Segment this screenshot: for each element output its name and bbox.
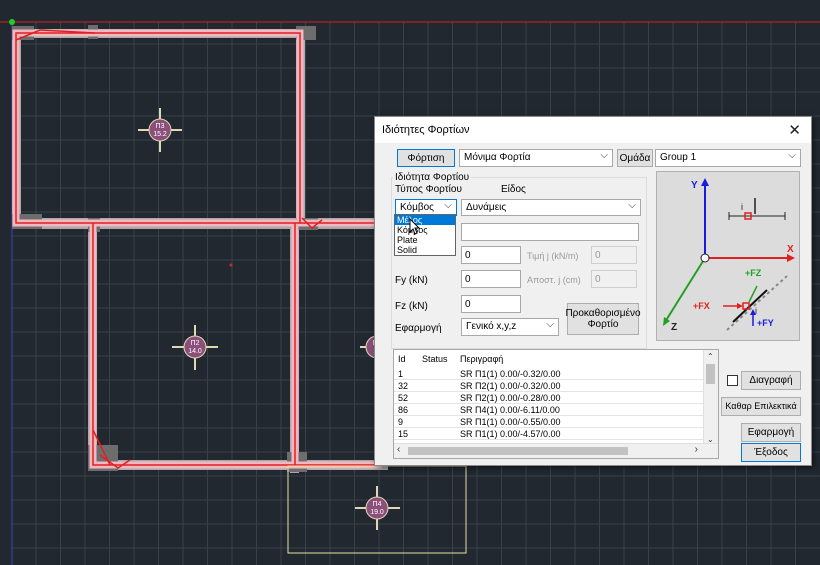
fy-diagram-label: +FY	[757, 318, 774, 328]
load-type-dropdown[interactable]: Μέλος Κόμβος Plate Solid	[394, 214, 456, 256]
scroll-thumb[interactable]	[706, 364, 715, 384]
load-type-value: Κόμβος	[400, 202, 435, 213]
dropdown-option-node[interactable]: Κόμβος	[395, 225, 455, 235]
kind-label: Είδος	[501, 184, 526, 195]
column-header-status[interactable]: Status	[422, 354, 448, 364]
clear-selected-button[interactable]: Καθαρ Επιλεκτικά	[721, 397, 801, 416]
table-row[interactable]: 52 SR Π2(1) 0.00/-0.28/0.00	[394, 392, 704, 404]
slab-label-p4[interactable]: Π4 19.0	[355, 486, 400, 530]
beams[interactable]	[12, 29, 388, 473]
vertical-scrollbar[interactable]: ⌃ ⌄	[703, 350, 718, 446]
predefined-load-button[interactable]: Προκαθορισμένο Φορτίο	[565, 303, 641, 335]
distance-j-label: Αποστ. j (cm)	[527, 275, 581, 285]
dropdown-option-solid[interactable]: Solid	[395, 245, 455, 255]
dialog-title: Ιδιότητες Φορτίων	[382, 124, 470, 136]
mouse-cursor-icon	[409, 218, 421, 235]
y-axis-label: Y	[691, 180, 698, 191]
apply-mode-label: Εφαρμογή	[395, 323, 442, 334]
cell-desc: SR Π2(1) 0.00/-0.28/0.00	[460, 393, 561, 403]
dropdown-option-member[interactable]: Μέλος	[395, 215, 455, 225]
table-row[interactable]: 1 SR Π1(1) 0.00/-0.32/0.00	[394, 368, 704, 380]
selected-members[interactable]	[12, 29, 382, 469]
group-select[interactable]: Group 1 ⌵	[655, 149, 801, 167]
apply-mode-value: Γενικό x,y,z	[466, 321, 517, 332]
chevron-down-icon: ⌵	[628, 200, 636, 211]
loads-table[interactable]: Id Status Περιγραφή 1 SR Π1(1) 0.00/-0.32…	[393, 349, 719, 459]
slab-value: 15.2	[153, 131, 167, 138]
cell-desc: SR Π4(1) 0.00/-6.11/0.00	[460, 405, 560, 415]
kind-select[interactable]: Δυνάμεις ⌵	[461, 199, 641, 216]
cell-id: 32	[398, 381, 409, 391]
axis-diagram: Y X Z i +FZ +FX +FY i	[656, 171, 800, 341]
chevron-down-icon: ⌵	[600, 150, 608, 161]
cell-id: 15	[398, 429, 409, 439]
x-axis-label: X	[787, 244, 794, 255]
table-row[interactable]: 86 SR Π4(1) 0.00/-6.11/0.00	[394, 404, 704, 416]
exit-button[interactable]: Έξοδος	[741, 443, 801, 462]
diagram-node-i2-label: i	[755, 306, 757, 316]
loading-select[interactable]: Μόνιμα Φορτία ⌵	[459, 149, 613, 167]
fz-diagram-label: +FZ	[745, 268, 762, 278]
slab-name: Π3	[156, 123, 165, 130]
cell-desc: SR Π1(1) 0.00/-4.57/0.00	[460, 429, 561, 439]
dialog-titlebar[interactable]: Ιδιότητες Φορτίων ✕	[375, 117, 811, 143]
apply-button[interactable]: Εφαρμογή	[741, 423, 801, 442]
load-lines	[15, 29, 382, 469]
cell-id: 86	[398, 405, 409, 415]
slab-value: 19.0	[370, 509, 384, 516]
load-property-label: Ιδιότητα Φορτίου	[393, 172, 472, 183]
group-button[interactable]: Ομάδα	[617, 149, 653, 167]
slab-name: Π2	[191, 340, 200, 347]
fz-field[interactable]: 0	[461, 295, 521, 313]
group-select-value: Group 1	[660, 152, 697, 163]
chevron-down-icon: ⌵	[546, 319, 554, 330]
cell-desc: SR Π1(1) 0.00/-0.32/0.00	[460, 369, 561, 379]
fy-label: Fy (kN)	[395, 275, 428, 286]
cell-desc: SR Π2(1) 0.00/-0.32/0.00	[460, 381, 561, 391]
fx-field[interactable]: 0	[461, 246, 521, 264]
loading-select-value: Μόνιμα Φορτία	[464, 152, 531, 163]
cell-id: 52	[398, 393, 409, 403]
distance-j-field[interactable]: 0	[591, 270, 637, 288]
close-icon[interactable]: ✕	[788, 121, 801, 139]
cell-desc: SR Π1(1) 0.00/-0.55/0.00	[460, 417, 561, 427]
horizontal-scrollbar[interactable]: ‹ ›	[394, 443, 718, 458]
table-row[interactable]: 15 SR Π1(1) 0.00/-4.57/0.00	[394, 428, 704, 440]
table-row[interactable]: 32 SR Π2(1) 0.00/-0.32/0.00	[394, 380, 704, 392]
fz-label: Fz (kN)	[395, 301, 428, 312]
chevron-down-icon: ⌵	[788, 150, 796, 161]
z-axis-label: Z	[671, 322, 677, 333]
dropdown-option-plate[interactable]: Plate	[395, 235, 455, 245]
scroll-thumb[interactable]	[408, 447, 628, 455]
cell-id: 9	[398, 417, 404, 427]
point-marker	[229, 263, 233, 267]
cell-id: 1	[398, 369, 404, 379]
origin-marker	[9, 19, 15, 25]
fx-diagram-label: +FX	[693, 301, 710, 311]
value-j-field[interactable]: 0	[591, 246, 637, 264]
value-j-label: Τιμή j (kN/m)	[527, 251, 579, 261]
load-type-label: Τύπος Φορτίου	[395, 184, 462, 195]
kind-value: Δυνάμεις	[466, 202, 507, 213]
description-field[interactable]	[461, 223, 639, 241]
column-header-description[interactable]: Περιγραφή	[460, 354, 503, 364]
slab-label-p3[interactable]: Π3 15.2	[138, 108, 182, 152]
apply-mode-select[interactable]: Γενικό x,y,z ⌵	[461, 318, 559, 336]
table-row[interactable]: 9 SR Π1(1) 0.00/-0.55/0.00	[394, 416, 704, 428]
loading-button[interactable]: Φόρτιση	[397, 149, 455, 167]
delete-checkbox[interactable]	[727, 375, 738, 386]
diagram-node-i-label: i	[741, 202, 743, 212]
fy-field[interactable]: 0	[461, 270, 521, 288]
slab-name: Π4	[373, 501, 382, 508]
slab-value: 14.0	[188, 348, 202, 355]
chevron-down-icon: ⌵	[444, 200, 452, 211]
column-header-id[interactable]: Id	[398, 354, 406, 364]
delete-button[interactable]: Διαγραφή	[741, 371, 801, 390]
